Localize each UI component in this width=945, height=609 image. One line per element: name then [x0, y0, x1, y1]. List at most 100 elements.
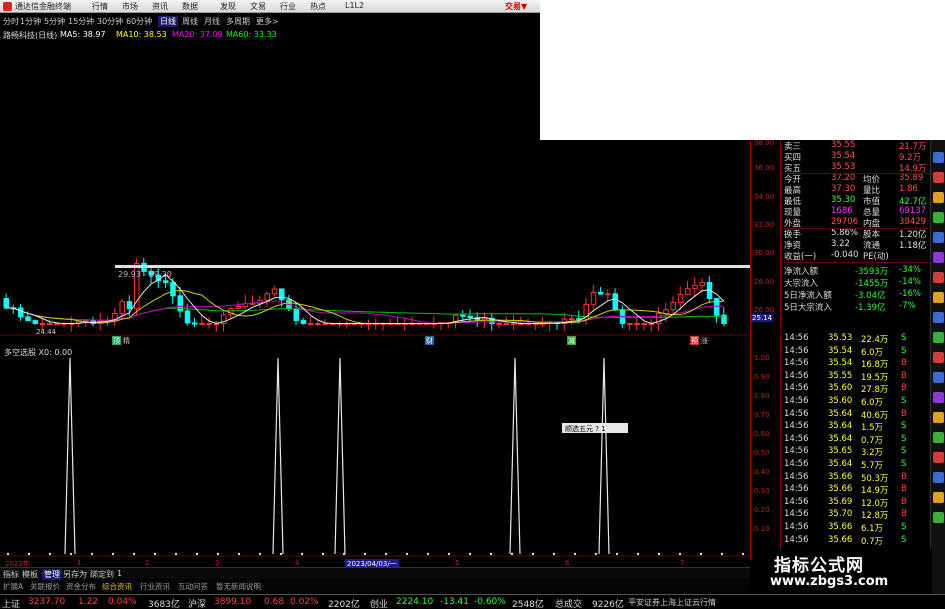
tool-icon[interactable]	[933, 192, 944, 203]
candle-body	[308, 323, 314, 325]
info-tab[interactable]: 关联报价	[30, 581, 60, 592]
tag-badge[interactable]: 财	[425, 336, 434, 345]
info-tabs: 扩展A 关联报价 资金分布 综合资讯 行业资讯 互动问答 暂无新闻说明	[0, 580, 750, 591]
menu-item[interactable]: L1L2	[345, 1, 364, 10]
tick-list[interactable]: 14:56 35.53 22.4万 S 14:56 35.54 6.0万 S 14:56 35.5…	[780, 332, 930, 548]
quote-row: 净资 3.22 流通 1.18亿	[781, 239, 931, 251]
tool-icon[interactable]	[933, 152, 944, 163]
tick-volume: 1.5万	[861, 423, 884, 434]
tick-volume: 19.5万	[861, 372, 889, 383]
sz-pct: 0.02%	[290, 597, 319, 607]
bottom-tab[interactable]: 另存为	[63, 569, 87, 580]
kline-chart[interactable]: 29.93 - 29.20 24.44	[0, 140, 750, 336]
bottom-tab[interactable]: 指标	[3, 569, 19, 580]
tool-icon[interactable]	[933, 472, 944, 483]
tool-icon[interactable]	[933, 232, 944, 243]
candle-body	[612, 293, 618, 311]
tag-badge[interactable]: 顶	[112, 336, 121, 345]
quote-row: 外盘 29706 内盘 39429	[781, 217, 931, 229]
tool-icon[interactable]	[933, 372, 944, 383]
signal-zero-dot	[174, 552, 178, 556]
info-tab[interactable]: 资金分布	[66, 581, 96, 592]
info-tab[interactable]: 行业资讯	[140, 581, 170, 592]
info-tab[interactable]: 互动问答	[178, 581, 208, 592]
tick-price: 35.55	[828, 370, 853, 381]
period-tab[interactable]: 5分钟	[44, 16, 65, 27]
period-tab[interactable]: 月线	[204, 16, 220, 27]
tag-text[interactable]: 精	[123, 336, 130, 346]
bottom-tab[interactable]: 绑定到	[90, 569, 114, 580]
menu-item[interactable]: 资讯	[152, 1, 168, 12]
indicator-chart[interactable]: 多空选股 X0: 0.00 顺选五元 ? 1	[0, 346, 750, 558]
tick-time: 14:56	[784, 534, 809, 545]
candle-body	[496, 323, 502, 325]
bottom-tab[interactable]: 模板	[22, 569, 38, 580]
tool-icon[interactable]	[933, 172, 944, 183]
tool-icon[interactable]	[933, 292, 944, 303]
sz-label[interactable]: 沪深	[188, 597, 206, 609]
period-tab[interactable]: 30分钟	[97, 16, 123, 27]
menu-item[interactable]: 行情	[92, 1, 108, 12]
quote-label: PE(动)	[863, 252, 889, 262]
sh-label[interactable]: 上证	[2, 597, 20, 609]
tick-side: B	[901, 370, 907, 381]
tool-icon[interactable]	[933, 352, 944, 363]
menu-item[interactable]: 热点	[310, 1, 326, 12]
tool-icon[interactable]	[933, 412, 944, 423]
info-tab[interactable]: 扩展A	[3, 581, 23, 592]
period-tab[interactable]: 分时	[3, 16, 19, 27]
quote-row: 卖三 35.55 21.7万	[781, 140, 931, 152]
tool-icon[interactable]	[933, 432, 944, 443]
candle-body	[663, 309, 669, 315]
cy-index: 2224.10	[396, 597, 434, 607]
tool-icon[interactable]	[933, 452, 944, 463]
tool-icon[interactable]	[933, 212, 944, 223]
tick-side: B	[901, 471, 907, 482]
period-tab[interactable]: 60分钟	[126, 16, 152, 27]
period-tab-active[interactable]: 日线	[158, 16, 178, 27]
trade-button[interactable]: 交易▼	[505, 1, 527, 12]
quote-row: 今开 37.20 均价 35.89	[781, 173, 931, 185]
tool-icon[interactable]	[933, 492, 944, 503]
menu-item[interactable]: 市场	[122, 1, 138, 12]
period-tab[interactable]: 多周期	[226, 16, 250, 27]
quote-row: 买四 35.54 9.2万	[781, 151, 931, 163]
menu-item[interactable]: 数据	[182, 1, 198, 12]
quote-value2: -7%	[899, 301, 916, 311]
bottom-tab[interactable]: 1	[117, 569, 122, 578]
signal-zero-dot	[237, 552, 241, 556]
quote-value: 37.30	[831, 184, 856, 194]
candle-body	[3, 298, 9, 309]
quote-value: 35.53	[831, 162, 856, 172]
cy-label[interactable]: 创业	[370, 597, 388, 609]
tool-icon[interactable]	[933, 272, 944, 283]
tool-icon[interactable]	[933, 512, 944, 523]
menu-item[interactable]: 行业	[280, 1, 296, 12]
tool-icon[interactable]	[933, 252, 944, 263]
signal-zero-dot	[216, 552, 220, 556]
info-tab[interactable]: 综合资讯	[102, 581, 132, 592]
menu-item[interactable]: 发现	[220, 1, 236, 12]
candle-body	[184, 310, 191, 324]
quote-value: 37.20	[831, 173, 856, 183]
tool-icon[interactable]	[933, 332, 944, 343]
bottom-tab[interactable]: 管理	[42, 569, 62, 580]
quote-row: 收益(一) -0.040 PE(动)	[781, 250, 931, 262]
period-tab[interactable]: 1分钟	[20, 16, 41, 27]
info-tab[interactable]: 暂无新闻说明	[216, 581, 261, 592]
tag-text[interactable]: 涨	[701, 336, 708, 346]
tag-badge[interactable]: 减	[567, 336, 576, 345]
tool-icon[interactable]	[933, 312, 944, 323]
tick-row: 14:56 35.70 12.8万 B	[781, 508, 931, 521]
tool-icon[interactable]	[933, 392, 944, 403]
x-axis-label: 3	[215, 559, 220, 567]
period-tab[interactable]: 15分钟	[68, 16, 94, 27]
tag-badge[interactable]: 预	[690, 336, 699, 345]
support-band	[115, 265, 750, 268]
menu-item[interactable]: 文易	[250, 1, 266, 12]
tick-row: 14:56 35.54 6.0万 S	[781, 345, 931, 358]
status-bar: 上证 3237.70 1.22 0.04% 3683亿 沪深 3899.10 0…	[0, 594, 945, 609]
period-tab[interactable]: 更多>	[256, 16, 279, 27]
period-tab[interactable]: 周线	[182, 16, 198, 27]
axis-tick: 0.50	[754, 449, 770, 457]
